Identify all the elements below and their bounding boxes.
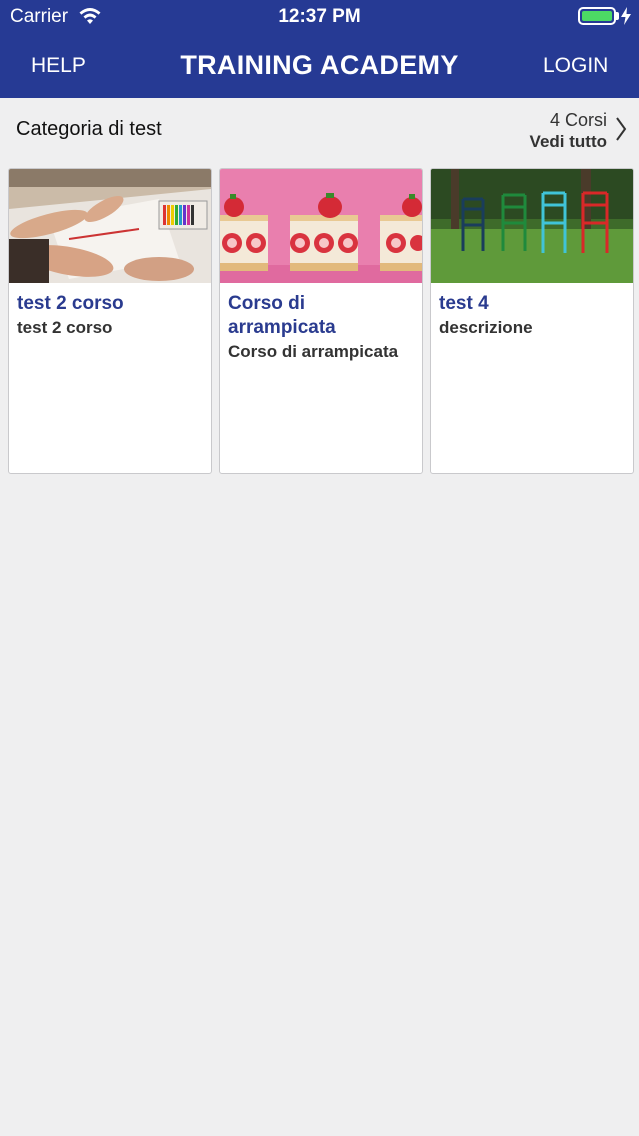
status-bar: Carrier 12:37 PM xyxy=(0,0,639,34)
course-count: 4 Corsi xyxy=(549,110,607,130)
course-text: Corso di arrampicata Corso di arrampicat… xyxy=(228,292,416,363)
course-title: test 4 xyxy=(439,293,489,314)
course-card[interactable]: test 2 corso test 2 corso xyxy=(8,168,212,474)
course-description: descrizione xyxy=(439,318,533,337)
course-thumbnail-chairs xyxy=(431,169,633,283)
course-description: Corso di arrampicata xyxy=(228,342,399,361)
course-thumbnail-cakes xyxy=(220,169,422,283)
see-all-link[interactable]: 4 Corsi Vedi tutto xyxy=(530,109,607,153)
course-description: test 2 corso xyxy=(17,318,113,337)
chevron-right-icon[interactable] xyxy=(614,116,628,142)
course-card[interactable]: test 4 descrizione xyxy=(430,168,634,474)
course-card[interactable]: Corso di arrampicata Corso di arrampicat… xyxy=(219,168,423,474)
course-text: test 2 corso test 2 corso xyxy=(17,292,205,339)
course-title: test 2 corso xyxy=(17,293,124,314)
charging-bolt-icon xyxy=(621,7,631,25)
course-text: test 4 descrizione xyxy=(439,292,627,339)
clock: 12:37 PM xyxy=(278,6,361,27)
category-title: Categoria di test xyxy=(16,118,162,140)
battery-tip xyxy=(616,12,619,20)
battery-icon xyxy=(578,7,616,25)
login-button[interactable]: LOGIN xyxy=(543,54,608,78)
course-thumbnail-drawing xyxy=(9,169,211,283)
see-all-label: Vedi tutto xyxy=(529,132,607,151)
app-header: Carrier 12:37 PM HELP TRAINING ACADEMY L… xyxy=(0,0,639,98)
course-title: Corso di arrampicata xyxy=(228,293,336,338)
